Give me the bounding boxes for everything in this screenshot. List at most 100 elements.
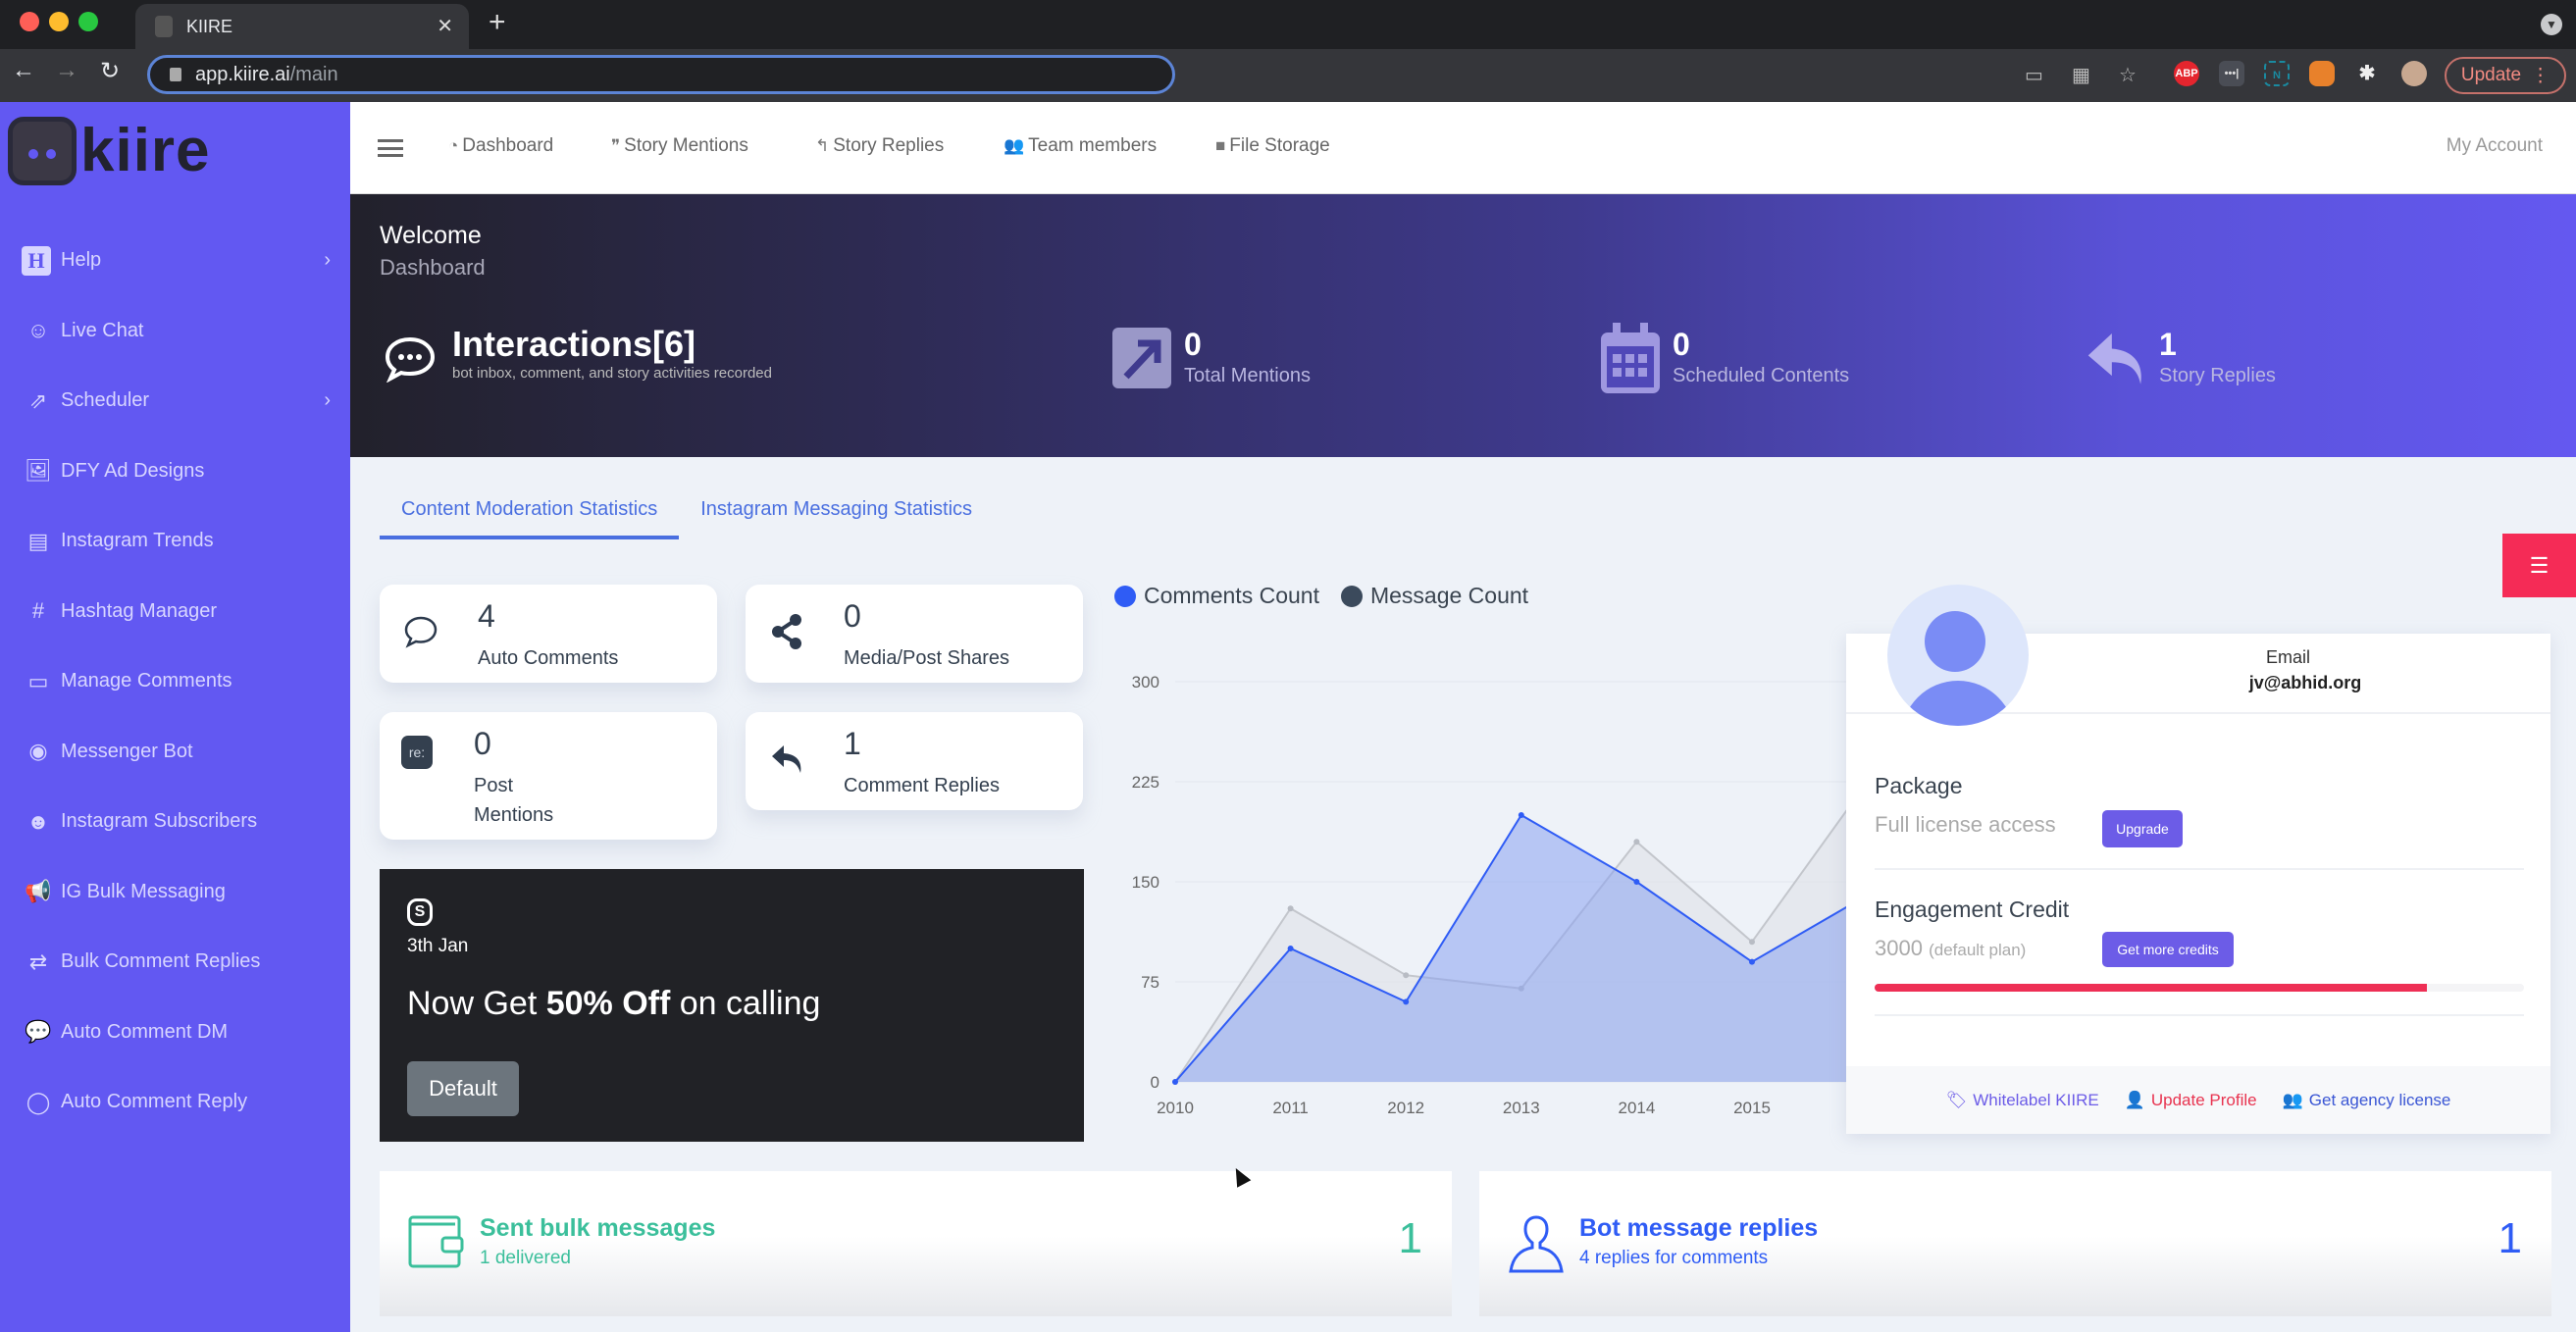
sidebar-item-instagram-trends[interactable]: ▤ Instagram Trends (0, 506, 350, 577)
legend-label-messages[interactable]: Message Count (1370, 583, 1528, 609)
sidebar-item-bulk-comment-replies[interactable]: ⇄ Bulk Comment Replies (0, 927, 350, 998)
logo-wordmark: kiire (80, 117, 211, 184)
legend-swatch-comments (1114, 585, 1136, 607)
sidebar-item-help[interactable]: H Help › (0, 226, 350, 296)
sidebar-item-manage-comments[interactable]: ▭ Manage Comments (0, 646, 350, 717)
sidebar-item-auto-comment-dm[interactable]: 💬 Auto Comment DM (0, 998, 350, 1068)
hamburger-menu-icon[interactable] (378, 139, 403, 157)
sent-bulk-subtitle: 1 delivered (480, 1248, 571, 1268)
engagement-credit-value: 3000 (default plan) (1875, 936, 2026, 961)
cast-icon[interactable]: ▭ (2025, 63, 2043, 87)
sidebar-item-label: Instagram Subscribers (61, 810, 258, 833)
address-bar[interactable]: app.kiire.ai/main (147, 55, 1175, 94)
sidebar: kiire H Help › ☺ Live Chat ⇗ Scheduler › 🖼 DFY Ad… (0, 102, 350, 1332)
task-list-toggle-button[interactable]: ☰ (2502, 534, 2576, 597)
password-extension-icon[interactable]: •••| (2219, 61, 2244, 86)
reload-button[interactable]: ↻ (100, 57, 120, 85)
sidebar-item-auto-comment-reply[interactable]: ◯ Auto Comment Reply (0, 1067, 350, 1138)
topnav-dashboard[interactable]: ◔ Dashboard (448, 135, 553, 157)
story-replies-value: 1 (2159, 327, 2177, 362)
reply-arrow-icon (2087, 328, 2147, 388)
email-value: jv@abhid.org (2248, 673, 2362, 692)
sidebar-item-hashtag-manager[interactable]: # Hashtag Manager (0, 577, 350, 647)
users-icon: 👥 (2282, 1090, 2303, 1109)
data-point (1287, 946, 1294, 951)
sidebar-item-label: Help (61, 249, 102, 272)
maximize-window-button[interactable] (78, 12, 98, 31)
legend-label-comments[interactable]: Comments Count (1144, 583, 1319, 609)
scheduled-contents-label: Scheduled Contents (1673, 365, 1850, 386)
browser-chrome: KIIRE ✕ + ▼ ← → ↻ app.kiire.ai/main ▭ ▦ … (0, 0, 2576, 102)
metamask-extension-icon[interactable] (2309, 61, 2335, 86)
messenger-icon: ◉ (28, 739, 48, 764)
y-tick-label: 225 (1132, 773, 1159, 792)
story-replies-label: Story Replies (2159, 365, 2276, 386)
share-nodes-icon (767, 612, 806, 651)
tab-search-button[interactable]: ▼ (2541, 14, 2562, 35)
forward-button[interactable]: → (55, 57, 78, 84)
update-profile-link[interactable]: 👤 Update Profile (2125, 1091, 2257, 1110)
sidebar-item-live-chat[interactable]: ☺ Live Chat (0, 296, 350, 367)
sidebar-nav: H Help › ☺ Live Chat ⇗ Scheduler › 🖼 DFY Ad Desig… (0, 226, 350, 1138)
tab-content-moderation[interactable]: Content Moderation Statistics (380, 488, 680, 539)
sidebar-item-label: DFY Ad Designs (61, 459, 205, 482)
re-mention-icon: re: (401, 736, 433, 769)
sent-bulk-value: 1 (1398, 1214, 1422, 1262)
user-bust-icon (1507, 1214, 1566, 1273)
tab-title: KIIRE (186, 16, 233, 36)
bot-replies-value: 1 (2498, 1214, 2522, 1262)
adblock-extension-icon[interactable]: ABP (2174, 61, 2199, 86)
story-replies-stat: 1 Story Replies (2087, 328, 2276, 388)
topnav-label: Dashboard (462, 135, 554, 156)
kiire-logo[interactable]: kiire (8, 116, 211, 185)
post-mentions-label-line2: Mentions (474, 804, 554, 826)
data-point (1633, 839, 1640, 845)
post-mentions-value: 0 (474, 726, 491, 761)
close-tab-icon[interactable]: ✕ (437, 14, 453, 38)
notion-extension-icon[interactable]: N (2264, 61, 2290, 86)
comment-icon: ◯ (26, 1089, 51, 1114)
newspaper-icon: ▤ (27, 528, 49, 553)
my-account-link[interactable]: My Account (2447, 135, 2543, 157)
tab-strip: KIIRE ✕ + ▼ (0, 0, 2576, 49)
upgrade-button[interactable]: Upgrade (2102, 810, 2183, 847)
profile-avatar-icon[interactable] (2401, 61, 2427, 86)
update-label: Update (2460, 65, 2522, 85)
package-title: Package (1875, 773, 1963, 798)
sidebar-item-messenger-bot[interactable]: ◉ Messenger Bot (0, 717, 350, 788)
bookmark-star-icon[interactable]: ☆ (2119, 63, 2137, 87)
kebab-menu-icon: ⋮ (2531, 65, 2550, 86)
default-button[interactable]: Default (407, 1061, 519, 1116)
hashtag-icon: # (31, 598, 45, 624)
engagement-credit-number: 3000 (1875, 936, 1923, 960)
credit-progress-bar (1875, 984, 2524, 992)
total-mentions-label: Total Mentions (1184, 365, 1311, 386)
chevron-right-icon[interactable]: › (324, 249, 331, 272)
new-tab-button[interactable]: + (489, 6, 506, 39)
skype-icon: S (407, 898, 433, 926)
data-point (1403, 999, 1410, 1005)
bullhorn-icon: 📢 (25, 879, 52, 904)
close-window-button[interactable] (20, 12, 39, 31)
sidebar-item-scheduler[interactable]: ⇗ Scheduler › (0, 366, 350, 436)
extensions-puzzle-icon[interactable]: ✱ (2354, 61, 2380, 86)
back-button[interactable]: ← (12, 57, 35, 84)
topnav-file-storage[interactable]: ■ File Storage (1215, 135, 1330, 157)
topnav-team-members[interactable]: 👥 Team members (1004, 135, 1157, 157)
user-avatar[interactable] (1887, 585, 2029, 726)
topnav-story-mentions[interactable]: ❞ Story Mentions (611, 135, 748, 157)
browser-update-button[interactable]: Update ⋮ (2445, 57, 2566, 94)
x-tick-label: 2012 (1387, 1099, 1424, 1117)
agency-license-link[interactable]: 👥 Get agency license (2283, 1091, 2451, 1110)
whitelabel-link[interactable]: 🏷 Whitelabel KIIRE (1946, 1091, 2099, 1110)
minimize-window-button[interactable] (49, 12, 69, 31)
sidebar-item-instagram-subscribers[interactable]: ☻ Instagram Subscribers (0, 787, 350, 857)
tab-instagram-messaging[interactable]: Instagram Messaging Statistics (679, 488, 994, 539)
qr-code-icon[interactable]: ▦ (2072, 63, 2090, 87)
topnav-story-replies[interactable]: ↰ Story Replies (815, 135, 944, 157)
sidebar-item-ig-bulk-messaging[interactable]: 📢 IG Bulk Messaging (0, 857, 350, 928)
sidebar-item-dfy-ad-designs[interactable]: 🖼 DFY Ad Designs (0, 436, 350, 507)
get-more-credits-button[interactable]: Get more credits (2102, 932, 2234, 967)
chevron-right-icon[interactable]: › (324, 389, 331, 412)
browser-tab[interactable]: KIIRE ✕ (135, 4, 469, 49)
